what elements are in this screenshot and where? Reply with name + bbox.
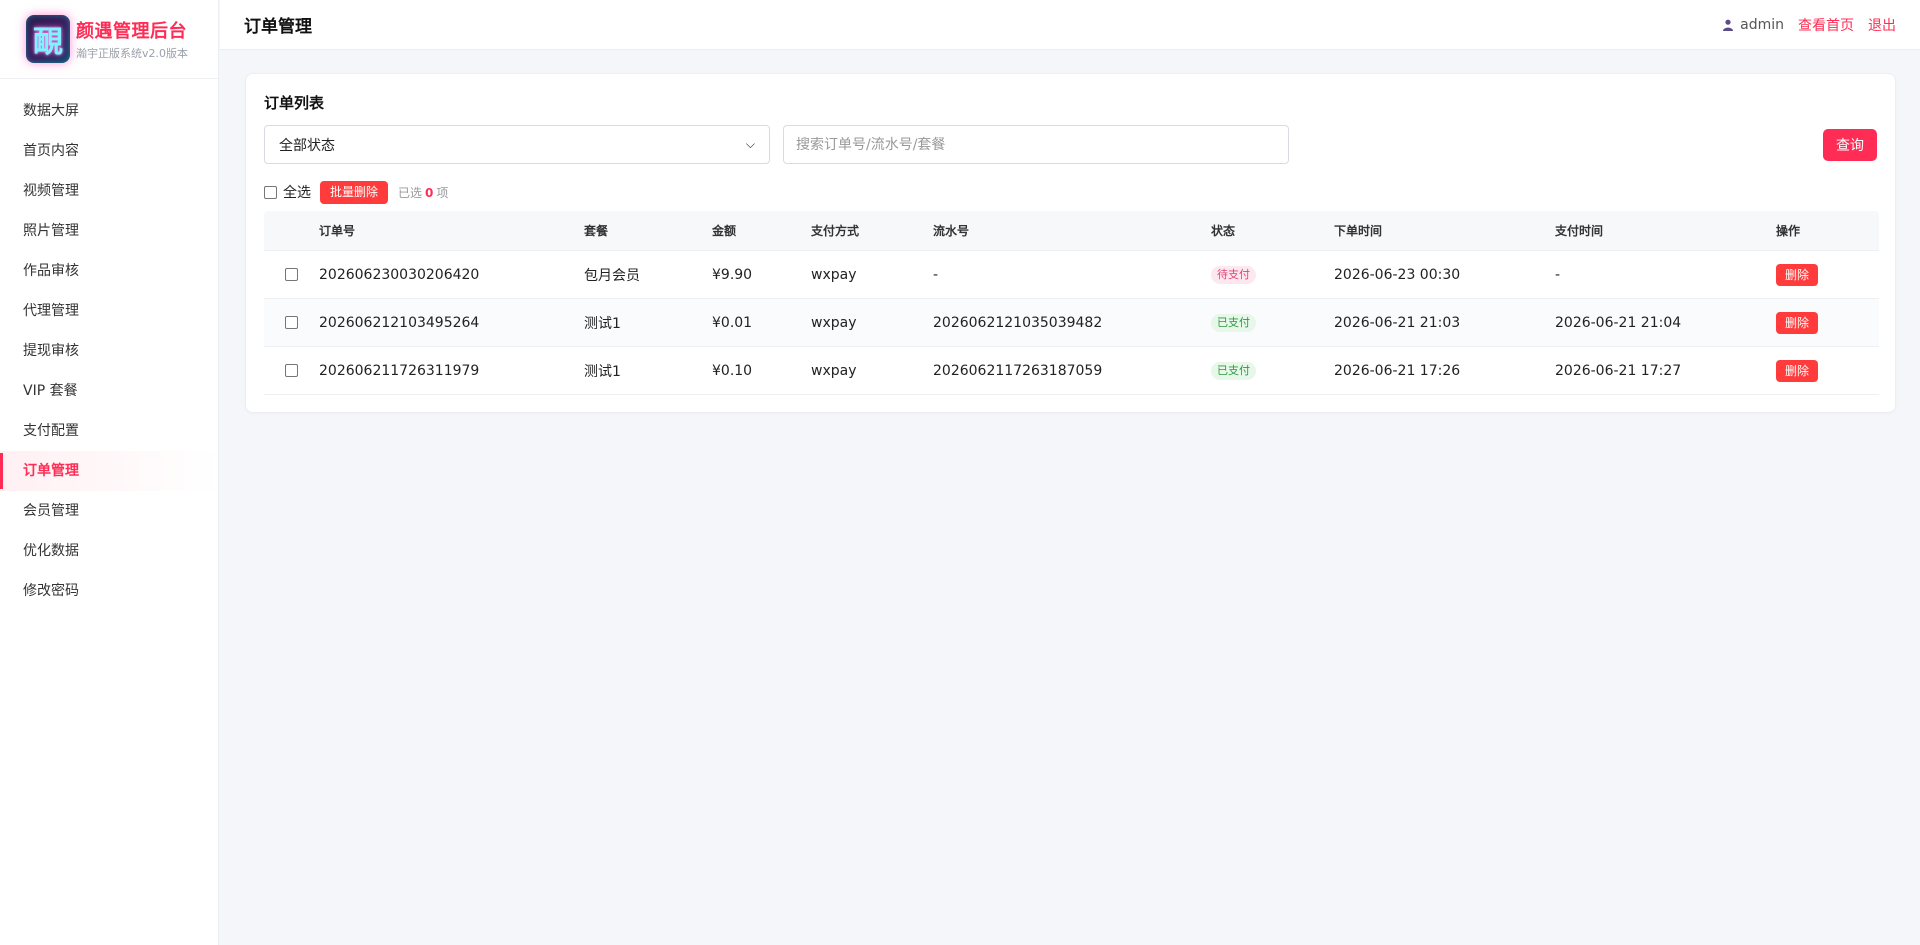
status-filter-value: 全部状态: [279, 137, 335, 154]
amount: ¥9.90: [712, 266, 753, 283]
table-row: 202606211726311979 测试1 ¥0.10 wxpay 20260…: [264, 347, 1879, 395]
delete-button[interactable]: 删除: [1776, 263, 1819, 286]
sidebar-item-change-password[interactable]: 修改密码: [0, 571, 218, 611]
sidebar-item-optimize-data[interactable]: 优化数据: [0, 531, 218, 571]
flow-no: 2026062117263187059: [933, 362, 1103, 379]
sidebar-item-dashboard[interactable]: 数据大屏: [0, 91, 218, 131]
col-created-time: 下单时间: [1334, 224, 1383, 238]
brand-subtitle: 瀚宇正版系统v2.0版本: [76, 47, 189, 60]
sidebar-nav: 数据大屏 首页内容 视频管理 照片管理 作品审核 代理管理 提现审核 VIP 套…: [0, 91, 218, 611]
sidebar-item-vip-plans[interactable]: VIP 套餐: [0, 371, 218, 411]
row-checkbox[interactable]: [285, 364, 298, 377]
flow-no: -: [933, 266, 939, 283]
orders-table: 订单号 套餐 金额 支付方式 流水号 状态 下单时间 支付时间 操作 20260…: [264, 211, 1879, 395]
order-no: 202606211726311979: [319, 362, 480, 379]
user-icon: [1723, 19, 1734, 31]
sidebar: 靦 颜遇管理后台 瀚宇正版系统v2.0版本 数据大屏 首页内容 视频管理 照片管…: [0, 0, 219, 945]
col-amount: 金额: [712, 224, 737, 238]
flow-no: 2026062121035039482: [933, 314, 1103, 331]
brand-title: 颜遇管理后台: [76, 21, 187, 42]
sidebar-item-payment-config[interactable]: 支付配置: [0, 411, 218, 451]
selected-info: 已选 0 项: [398, 184, 448, 201]
brand-text: 颜遇管理后台 瀚宇正版系统v2.0版本: [76, 17, 188, 61]
query-button[interactable]: 查询: [1823, 129, 1877, 161]
status-badge: 待支付: [1211, 265, 1256, 284]
sidebar-item-photos[interactable]: 照片管理: [0, 211, 218, 251]
order-no: 202606230030206420: [319, 266, 480, 283]
plan: 测试1: [584, 315, 621, 332]
col-actions: 操作: [1776, 224, 1801, 238]
header-actions: admin 查看首页 退出: [1722, 15, 1896, 35]
sidebar-item-agents[interactable]: 代理管理: [0, 291, 218, 331]
sidebar-item-withdraw-review[interactable]: 提现审核: [0, 331, 218, 371]
top-header: 订单管理 admin 查看首页 退出: [220, 0, 1920, 50]
amount: ¥0.01: [712, 314, 753, 331]
selected-prefix: 已选: [398, 185, 423, 200]
col-order-no: 订单号: [319, 224, 356, 238]
table-header: 订单号 套餐 金额 支付方式 流水号 状态 下单时间 支付时间 操作: [264, 211, 1879, 251]
selected-count: 0: [425, 185, 434, 200]
select-all-label: 全选: [283, 185, 311, 201]
view-home-link[interactable]: 查看首页: [1798, 15, 1854, 35]
select-all-checkbox[interactable]: [264, 185, 277, 199]
selected-suffix: 项: [436, 185, 449, 200]
batch-toolbar: 全选 批量删除 已选 0 项: [264, 180, 448, 204]
sidebar-item-home-content[interactable]: 首页内容: [0, 131, 218, 171]
chevron-down-icon: ⌵: [745, 137, 755, 151]
paid-time: -: [1555, 266, 1561, 283]
logout-link[interactable]: 退出: [1868, 15, 1896, 35]
order-list-card: 订单列表 全部状态 ⌵ 查询 全选 批量删除 已选0项 订单号 套餐 金额 支付…: [245, 73, 1896, 413]
created-time: 2026-06-23 00:30: [1334, 266, 1461, 283]
paid-time: 2026-06-21 17:27: [1555, 362, 1682, 379]
user-name: admin: [1740, 16, 1784, 33]
col-paid-time: 支付时间: [1555, 224, 1604, 238]
pay-method: wxpay: [811, 266, 857, 283]
col-flow-no: 流水号: [933, 224, 970, 238]
search-input[interactable]: [783, 125, 1289, 164]
pay-method: wxpay: [811, 362, 857, 379]
order-no: 202606212103495264: [319, 314, 480, 331]
table-row: 202606212103495264 测试1 ¥0.01 wxpay 20260…: [264, 299, 1879, 347]
pay-method: wxpay: [811, 314, 857, 331]
col-plan: 套餐: [584, 224, 609, 238]
col-status: 状态: [1211, 224, 1236, 238]
delete-button[interactable]: 删除: [1776, 311, 1819, 334]
created-time: 2026-06-21 21:03: [1334, 314, 1461, 331]
row-checkbox[interactable]: [285, 316, 298, 329]
row-checkbox[interactable]: [285, 268, 298, 281]
created-time: 2026-06-21 17:26: [1334, 362, 1461, 379]
col-pay-method: 支付方式: [811, 224, 860, 238]
batch-delete-button[interactable]: 批量删除: [320, 180, 389, 204]
page-title: 订单管理: [244, 17, 312, 37]
logo: 靦: [26, 15, 70, 63]
sidebar-item-works-review[interactable]: 作品审核: [0, 251, 218, 291]
table-row: 202606230030206420 包月会员 ¥9.90 wxpay - 待支…: [264, 251, 1879, 299]
plan: 测试1: [584, 363, 621, 380]
status-badge: 已支付: [1211, 361, 1256, 380]
brand: 靦 颜遇管理后台 瀚宇正版系统v2.0版本: [0, 0, 218, 79]
status-badge: 已支付: [1211, 313, 1256, 332]
card-title: 订单列表: [264, 94, 325, 112]
sidebar-item-orders[interactable]: 订单管理: [0, 451, 218, 491]
sidebar-item-videos[interactable]: 视频管理: [0, 171, 218, 211]
delete-button[interactable]: 删除: [1776, 359, 1819, 382]
sidebar-item-members[interactable]: 会员管理: [0, 491, 218, 531]
status-filter-select[interactable]: 全部状态 ⌵: [264, 125, 770, 164]
amount: ¥0.10: [712, 362, 753, 379]
paid-time: 2026-06-21 21:04: [1555, 314, 1682, 331]
plan: 包月会员: [584, 267, 640, 284]
